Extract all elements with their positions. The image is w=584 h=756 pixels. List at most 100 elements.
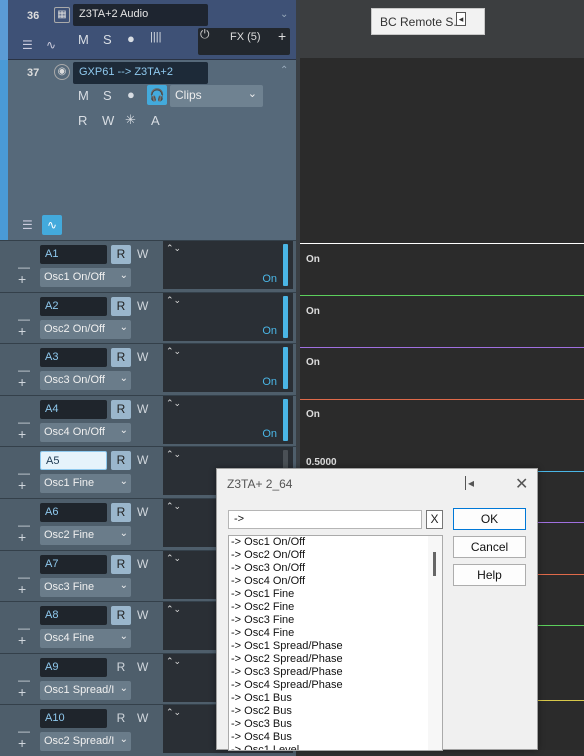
ok-button[interactable]: OK [453, 508, 526, 530]
clips-dropdown[interactable]: Clips ⌄ [170, 85, 263, 107]
read-button[interactable]: R [111, 296, 131, 316]
automation-icon[interactable]: ∿ [46, 38, 56, 52]
read-button[interactable]: R [111, 503, 131, 522]
read-button[interactable]: R [111, 451, 131, 471]
list-item[interactable]: -> Osc4 On/Off [229, 575, 442, 588]
write-button[interactable]: W [137, 709, 153, 728]
list-item[interactable]: -> Osc2 On/Off [229, 549, 442, 562]
scrollbar-thumb[interactable] [433, 552, 436, 576]
help-button[interactable]: Help [453, 564, 526, 586]
read-button[interactable]: R [111, 658, 131, 677]
write-button[interactable]: W [137, 658, 153, 677]
list-item[interactable]: -> Osc1 Bus [229, 692, 442, 705]
write-button[interactable]: W [137, 400, 153, 419]
write-button[interactable]: W [137, 503, 153, 522]
read-button[interactable]: R [78, 113, 87, 128]
parameter-dropdown[interactable]: Osc1 On/Off ⌄ [40, 268, 131, 287]
plus-icon[interactable]: + [18, 427, 26, 441]
lane-name[interactable]: A2 [40, 296, 107, 316]
lane-name[interactable]: A10 [40, 709, 107, 729]
write-button[interactable]: W [137, 555, 153, 574]
plus-icon[interactable]: + [18, 582, 26, 596]
write-button[interactable]: W [137, 348, 153, 367]
parameter-dropdown[interactable]: Osc4 On/Off ⌄ [40, 422, 131, 442]
list-item[interactable]: -> Osc4 Spread/Phase [229, 679, 442, 692]
freeze-icon[interactable]: ✳ [125, 112, 136, 128]
list-item[interactable]: -> Osc1 Spread/Phase [229, 640, 442, 653]
filter-input[interactable]: -> [228, 510, 422, 529]
solo-button[interactable]: S [103, 88, 112, 103]
automation-lane[interactable]: — + A3 R W Osc3 On/Off ⌄ ⌃⌄ On [0, 343, 296, 396]
parameter-dropdown[interactable]: Osc1 Spread/I ⌄ [40, 680, 131, 700]
lane-name[interactable]: A5 [40, 451, 107, 471]
list-item[interactable]: -> Osc1 On/Off [229, 536, 442, 549]
parameter-list[interactable]: -> Osc1 On/Off -> Osc2 On/Off -> Osc3 On/O… [228, 535, 443, 751]
close-icon[interactable]: ✕ [515, 474, 528, 494]
mute-button[interactable]: M [78, 32, 89, 47]
plus-icon[interactable]: + [18, 478, 26, 492]
lane-name[interactable]: A7 [40, 554, 107, 574]
bc-remote-tab[interactable]: BC Remote S... ◂ [371, 8, 485, 35]
write-button[interactable]: W [102, 113, 114, 128]
parameter-dropdown[interactable]: Osc2 On/Off ⌄ [40, 319, 131, 339]
list-item[interactable]: -> Osc3 On/Off [229, 562, 442, 575]
read-button[interactable]: R [111, 554, 131, 574]
parameter-dropdown[interactable]: Osc3 On/Off ⌄ [40, 371, 131, 391]
clear-filter-button[interactable]: X [426, 510, 443, 529]
parameter-dropdown[interactable]: Osc2 Fine ⌄ [40, 526, 131, 545]
parameter-picker-dialog[interactable]: Z3TA+ 2_64 ◂ ✕ -> X -> Osc1 On/Off -> Osc… [216, 468, 538, 751]
resize-handle-icon[interactable]: ◂ [465, 476, 474, 490]
plus-icon[interactable]: + [18, 685, 26, 699]
chevron-up-icon[interactable]: ⌃ [280, 65, 288, 76]
plus-icon[interactable]: + [18, 530, 26, 544]
lane-value-box[interactable]: ⌃⌄ On [163, 241, 293, 289]
plus-icon[interactable]: + [18, 272, 26, 286]
read-button[interactable]: R [111, 348, 131, 368]
write-button[interactable]: W [137, 451, 153, 470]
power-icon[interactable]: ⏻ [200, 27, 210, 42]
value-fader[interactable] [283, 347, 288, 390]
record-arm-icon[interactable]: ● [127, 87, 135, 102]
parameter-dropdown[interactable]: Osc1 Fine ⌄ [40, 474, 131, 494]
lane-name[interactable]: A3 [40, 348, 107, 368]
plus-icon[interactable]: + [18, 324, 26, 338]
lane-name[interactable]: A1 [40, 245, 107, 264]
automation-curve-icon[interactable]: ∿ [42, 215, 62, 235]
lane-name[interactable]: A4 [40, 399, 107, 419]
resize-handle-icon[interactable]: ◂ [456, 12, 466, 26]
list-item[interactable]: -> Osc4 Fine [229, 627, 442, 640]
write-button[interactable]: W [137, 245, 153, 264]
list-icon[interactable]: ☰ [22, 38, 33, 52]
parameter-dropdown[interactable]: Osc3 Fine ⌄ [40, 577, 131, 597]
lane-value-box[interactable]: ⌃⌄ On [163, 344, 293, 393]
cancel-button[interactable]: Cancel [453, 536, 526, 558]
lane-value-box[interactable]: ⌃⌄ On [163, 292, 293, 341]
track-36[interactable]: 36 ▦ Z3TA+2 Audio ⌄ ☰ ∿ M S ● |||| ⏻ FX … [0, 0, 296, 60]
list-item[interactable]: -> Osc3 Fine [229, 614, 442, 627]
mute-button[interactable]: M [78, 88, 89, 103]
lane-name[interactable]: A9 [40, 657, 107, 677]
plus-icon[interactable]: + [18, 736, 26, 750]
automation-lane[interactable]: — + A4 R W Osc4 On/Off ⌄ ⌃⌄ On [0, 394, 296, 447]
plus-icon[interactable]: + [18, 633, 26, 647]
list-item[interactable]: -> Osc3 Bus [229, 718, 442, 731]
value-fader[interactable] [283, 295, 288, 338]
fx-chain-box[interactable]: ⏻ FX (5) + [198, 27, 290, 55]
lane-value-box[interactable]: ⌃⌄ On [163, 395, 293, 444]
lane-name[interactable]: A8 [40, 606, 107, 626]
write-button[interactable]: W [137, 606, 153, 625]
add-fx-icon[interactable]: + [278, 28, 286, 44]
list-item[interactable]: -> Osc2 Bus [229, 705, 442, 718]
value-fader[interactable] [283, 244, 288, 286]
solo-button[interactable]: S [103, 32, 112, 47]
scrollbar[interactable] [428, 536, 442, 750]
lane-name[interactable]: A6 [40, 503, 107, 522]
parameter-dropdown[interactable]: Osc2 Spread/I ⌄ [40, 732, 131, 752]
chevron-down-icon[interactable]: ⌄ [280, 9, 288, 20]
list-item[interactable]: -> Osc2 Spread/Phase [229, 653, 442, 666]
track-name[interactable]: Z3TA+2 Audio [73, 4, 208, 26]
list-item[interactable]: -> Osc4 Bus [229, 731, 442, 744]
read-button[interactable]: R [111, 606, 131, 626]
headphones-monitor-icon[interactable]: 🎧 [147, 85, 167, 105]
read-button[interactable]: R [111, 709, 131, 728]
